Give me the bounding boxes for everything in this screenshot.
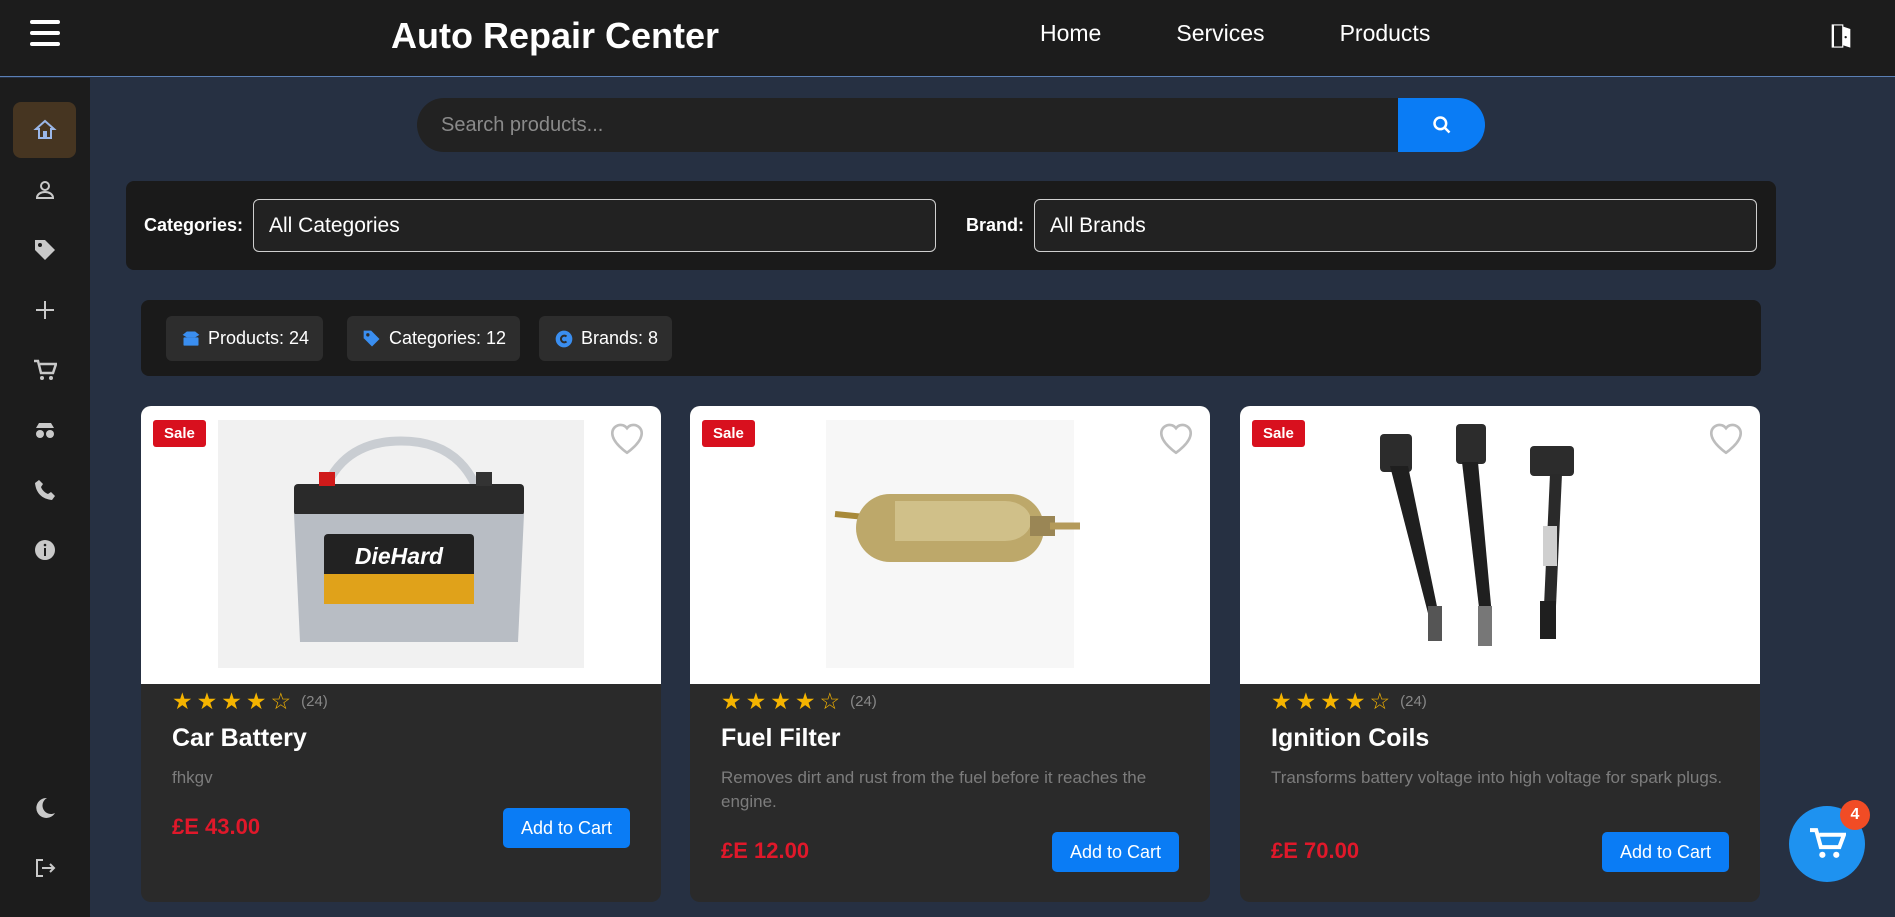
copyright-icon <box>555 330 573 347</box>
star-full-icon: ★ <box>1271 688 1292 714</box>
review-count: (24) <box>850 693 877 710</box>
search-input[interactable] <box>417 98 1398 152</box>
stats-bar: Products: 24 Categories: 12 Brands: 8 <box>141 300 1761 376</box>
sale-badge: Sale <box>153 420 206 447</box>
info-icon <box>34 540 55 560</box>
hamburger-menu-icon[interactable] <box>30 20 66 50</box>
rating-stars: ★ ★ ★ ★ ☆ (24) <box>172 690 328 713</box>
fuel-filter-image <box>826 420 1080 668</box>
main-nav: Home Services Products <box>1040 20 1505 47</box>
favorite-heart-icon[interactable] <box>1706 420 1746 456</box>
product-description: fhkgv <box>172 768 213 787</box>
ignition-coils-image <box>1380 424 1574 646</box>
boxes-icon <box>182 331 200 346</box>
star-full-icon: ★ <box>745 688 767 714</box>
product-image[interactable]: DieHard Sale <box>141 406 661 684</box>
cart-icon <box>1810 828 1846 858</box>
rating-stars: ★ ★ ★ ★ ☆ (24) <box>721 690 877 713</box>
sidebar-item-car-parts[interactable] <box>13 402 76 458</box>
product-description: Removes dirt and rust from the fuel befo… <box>721 768 1147 811</box>
car-parts-icon <box>35 423 54 438</box>
sidebar-item-home[interactable] <box>13 102 76 158</box>
star-empty-icon: ☆ <box>270 688 292 714</box>
product-card: Sale ★ ★ ★ ★ ☆ (24) Ignition Coils Trans… <box>1240 406 1760 902</box>
nav-home-link[interactable]: Home <box>1040 20 1101 47</box>
add-to-cart-button[interactable]: Add to Cart <box>1602 832 1729 872</box>
sidebar-item-user[interactable] <box>13 162 76 218</box>
review-count: (24) <box>1400 693 1427 710</box>
logout-icon <box>35 859 55 877</box>
star-full-icon: ★ <box>245 688 267 714</box>
nav-services-link[interactable]: Services <box>1176 20 1264 47</box>
brand-select[interactable]: All Brands <box>1034 199 1757 252</box>
sidebar-item-contact[interactable] <box>13 462 76 518</box>
site-title: Auto Repair Center <box>391 15 720 56</box>
star-full-icon: ★ <box>172 688 193 714</box>
product-name: Fuel Filter <box>721 724 841 752</box>
product-image[interactable]: Sale <box>690 406 1210 684</box>
product-card: Sale ★ ★ ★ ★ ☆ (24) Fuel Filter Removes … <box>690 406 1210 902</box>
nav-products-link[interactable]: Products <box>1340 20 1431 47</box>
product-price: £E 12.00 <box>721 838 810 863</box>
products-count-badge: Products: 24 <box>166 316 324 361</box>
home-icon <box>32 119 57 139</box>
sidebar-item-cart[interactable] <box>13 342 76 398</box>
brands-count-badge: Brands: 8 <box>539 316 673 361</box>
product-name: Ignition Coils <box>1271 724 1430 752</box>
sale-badge: Sale <box>1252 420 1305 447</box>
categories-count-badge: Categories: 12 <box>347 316 521 361</box>
search-button[interactable] <box>1398 98 1485 152</box>
tag-icon <box>34 240 55 260</box>
user-icon <box>35 181 54 199</box>
review-count: (24) <box>301 693 328 710</box>
categories-select[interactable]: All Categories <box>253 199 936 252</box>
star-full-icon: ★ <box>794 688 816 714</box>
categories-label: Categories: <box>144 215 244 235</box>
sidebar-item-info[interactable] <box>13 522 76 578</box>
star-empty-icon: ☆ <box>1369 688 1391 714</box>
product-card: DieHard Sale ★ ★ ★ ★ ☆ (24) Car Battery … <box>141 406 661 902</box>
svg-text:DieHard: DieHard <box>355 543 444 569</box>
cart-icon <box>33 359 57 380</box>
star-full-icon: ★ <box>770 688 791 714</box>
sidebar <box>0 78 90 917</box>
product-price: £E 43.00 <box>172 814 261 839</box>
plus-icon <box>35 301 54 319</box>
car-battery-image: DieHard <box>218 420 584 668</box>
phone-icon <box>34 480 55 500</box>
product-description: Transforms battery voltage into high vol… <box>1271 768 1723 787</box>
add-to-cart-button[interactable]: Add to Cart <box>1052 832 1179 872</box>
rating-stars: ★ ★ ★ ★ ☆ (24) <box>1271 690 1427 713</box>
sidebar-item-theme[interactable] <box>13 780 76 836</box>
sale-badge: Sale <box>702 420 755 447</box>
brand-label: Brand: <box>966 215 1024 235</box>
product-name: Car Battery <box>172 724 307 752</box>
star-full-icon: ★ <box>221 688 242 714</box>
product-price: £E 70.00 <box>1271 838 1360 863</box>
star-full-icon: ★ <box>721 688 742 714</box>
star-full-icon: ★ <box>1344 688 1366 714</box>
sidebar-item-tags[interactable] <box>13 222 76 278</box>
tags-icon <box>363 330 380 346</box>
star-full-icon: ★ <box>1295 688 1317 714</box>
top-navbar: Auto Repair Center Home Services Product… <box>0 0 1895 77</box>
star-full-icon: ★ <box>196 688 218 714</box>
add-to-cart-button[interactable]: Add to Cart <box>503 808 630 848</box>
filter-panel: Categories: All Categories Brand: All Br… <box>126 181 1776 270</box>
search-icon <box>1432 116 1450 134</box>
moon-icon <box>35 797 55 818</box>
favorite-heart-icon[interactable] <box>1156 420 1196 456</box>
cart-count-badge: 4 <box>1840 800 1870 830</box>
star-empty-icon: ☆ <box>819 688 841 714</box>
sidebar-item-logout[interactable] <box>13 840 76 896</box>
sidebar-item-add[interactable] <box>13 282 76 338</box>
search-bar <box>417 98 1485 152</box>
product-image[interactable]: Sale <box>1240 406 1760 684</box>
star-full-icon: ★ <box>1320 688 1341 714</box>
door-login-icon[interactable] <box>1827 22 1855 50</box>
favorite-heart-icon[interactable] <box>607 420 647 456</box>
